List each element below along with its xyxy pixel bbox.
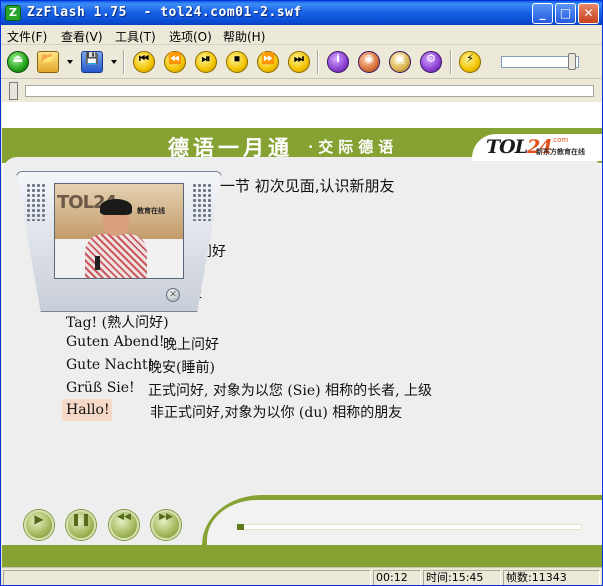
title-bar[interactable]: Z ZzFlash 1.75 - tol24.com01-2.swf _ □ ✕ [1, 1, 602, 25]
course-subtitle: ·交际德语 [308, 138, 399, 156]
tol24-logo: TOL24 .com 新东方教育在线 [472, 134, 602, 161]
logo-domain: .com [551, 136, 569, 144]
menu-help[interactable]: 帮助(H) [223, 28, 265, 45]
phrase-chinese: 非正式问好,对象为以你 (du) 相称的朋友 [150, 405, 403, 421]
settings-icon[interactable]: ⚙ [420, 51, 442, 73]
forward-button[interactable]: ▶▶ [151, 510, 181, 540]
toolbar-separator [450, 50, 452, 74]
bottom-band [2, 545, 602, 567]
phrase-german: Hallo! [66, 402, 110, 418]
fast-forward-icon[interactable]: ⏩ [257, 51, 279, 73]
capture-icon[interactable]: ◉ [358, 51, 380, 73]
toolbar: ⏏ 📂 💾 ⏮ ⏪ ⏯ ⏹ ⏩ ⏭ i ◉ ▣ ⚙ ⚡ [1, 46, 602, 79]
play-pause-icon[interactable]: ⏯ [195, 51, 217, 73]
image-edit-icon[interactable]: ▣ [389, 51, 411, 73]
seek-thumb[interactable] [9, 82, 18, 100]
phrase-chinese: 晚上问好 [163, 337, 219, 353]
eject-icon[interactable]: ⏏ [7, 51, 29, 73]
playback-progress-track[interactable] [237, 524, 582, 530]
seek-track[interactable] [25, 85, 594, 97]
seek-bar [1, 80, 602, 102]
phrase-german: Guten Abend! [66, 334, 165, 350]
rewind-button[interactable]: ◀◀ [109, 510, 139, 540]
run-icon[interactable]: ⚡ [459, 51, 481, 73]
menu-bar: 文件(F) 查看(V) 工具(T) 选项(O) 帮助(H) [1, 25, 602, 45]
volume-slider-thumb[interactable] [568, 53, 576, 70]
open-dropdown-icon[interactable] [67, 60, 73, 64]
phrase-german: Grüß Sie! [66, 380, 135, 396]
pause-button[interactable]: ❚❚ [66, 510, 96, 540]
app-icon: Z [5, 5, 21, 21]
phrase-german: Gute Nacht! [66, 357, 154, 373]
microphone-icon [95, 256, 100, 270]
total-time: 时间:15:45 [423, 570, 501, 585]
phrase-chinese: 正式问好, 对象为以您 (Sie) 相称的长者, 上级 [148, 383, 432, 399]
info-icon[interactable]: i [327, 51, 349, 73]
logo-main: TOL [486, 136, 528, 158]
playback-progress-fill [237, 524, 244, 530]
speaker-icon [26, 183, 46, 221]
stop-icon[interactable]: ⏹ [226, 51, 248, 73]
menu-options[interactable]: 选项(O) [169, 28, 212, 45]
window-title: ZzFlash 1.75 - tol24.com01-2.swf [27, 5, 302, 20]
lesson-heading: 一节 初次见面,认识新朋友 [220, 177, 395, 195]
status-message [3, 570, 371, 585]
skip-to-end-icon[interactable]: ⏭ [288, 51, 310, 73]
rewind-icon[interactable]: ⏪ [164, 51, 186, 73]
frame-count: 帧数:11343 [503, 570, 600, 585]
logo-subtitle: 新东方教育在线 [536, 148, 585, 156]
video-window[interactable]: TOL24 教育在线 ✕ [16, 171, 222, 312]
video-close-icon[interactable]: ✕ [166, 288, 180, 302]
toolbar-separator [123, 50, 125, 74]
elapsed-time: 00:12 [373, 570, 421, 585]
minimize-button[interactable]: _ [532, 3, 553, 24]
flash-stage: 德语一月通 ·交际德语 TOL24 .com 新东方教育在线 一节 初次见面,认… [2, 102, 602, 567]
maximize-button[interactable]: □ [555, 3, 576, 24]
status-bar: 00:12 时间:15:45 帧数:11343 [1, 567, 602, 585]
menu-tools[interactable]: 工具(T) [115, 28, 156, 45]
presenter-hair [100, 199, 132, 215]
menu-file[interactable]: 文件(F) [7, 28, 47, 45]
speaker-icon [192, 183, 212, 221]
close-button[interactable]: ✕ [578, 3, 599, 24]
save-icon[interactable]: 💾 [81, 51, 103, 73]
phrase-german: Tag! (熟人问好) [66, 315, 169, 331]
video-screen: TOL24 教育在线 [54, 183, 184, 279]
save-dropdown-icon[interactable] [111, 60, 117, 64]
toolbar-separator [317, 50, 319, 74]
skip-to-start-icon[interactable]: ⏮ [133, 51, 155, 73]
open-folder-icon[interactable]: 📂 [37, 51, 59, 73]
phrase-chinese: 晚安(睡前) [148, 360, 215, 376]
video-logo-subtitle: 教育在线 [137, 207, 165, 215]
app-window: Z ZzFlash 1.75 - tol24.com01-2.swf _ □ ✕… [0, 0, 603, 586]
play-button[interactable]: ▶ [24, 510, 54, 540]
menu-view[interactable]: 查看(V) [61, 28, 103, 45]
